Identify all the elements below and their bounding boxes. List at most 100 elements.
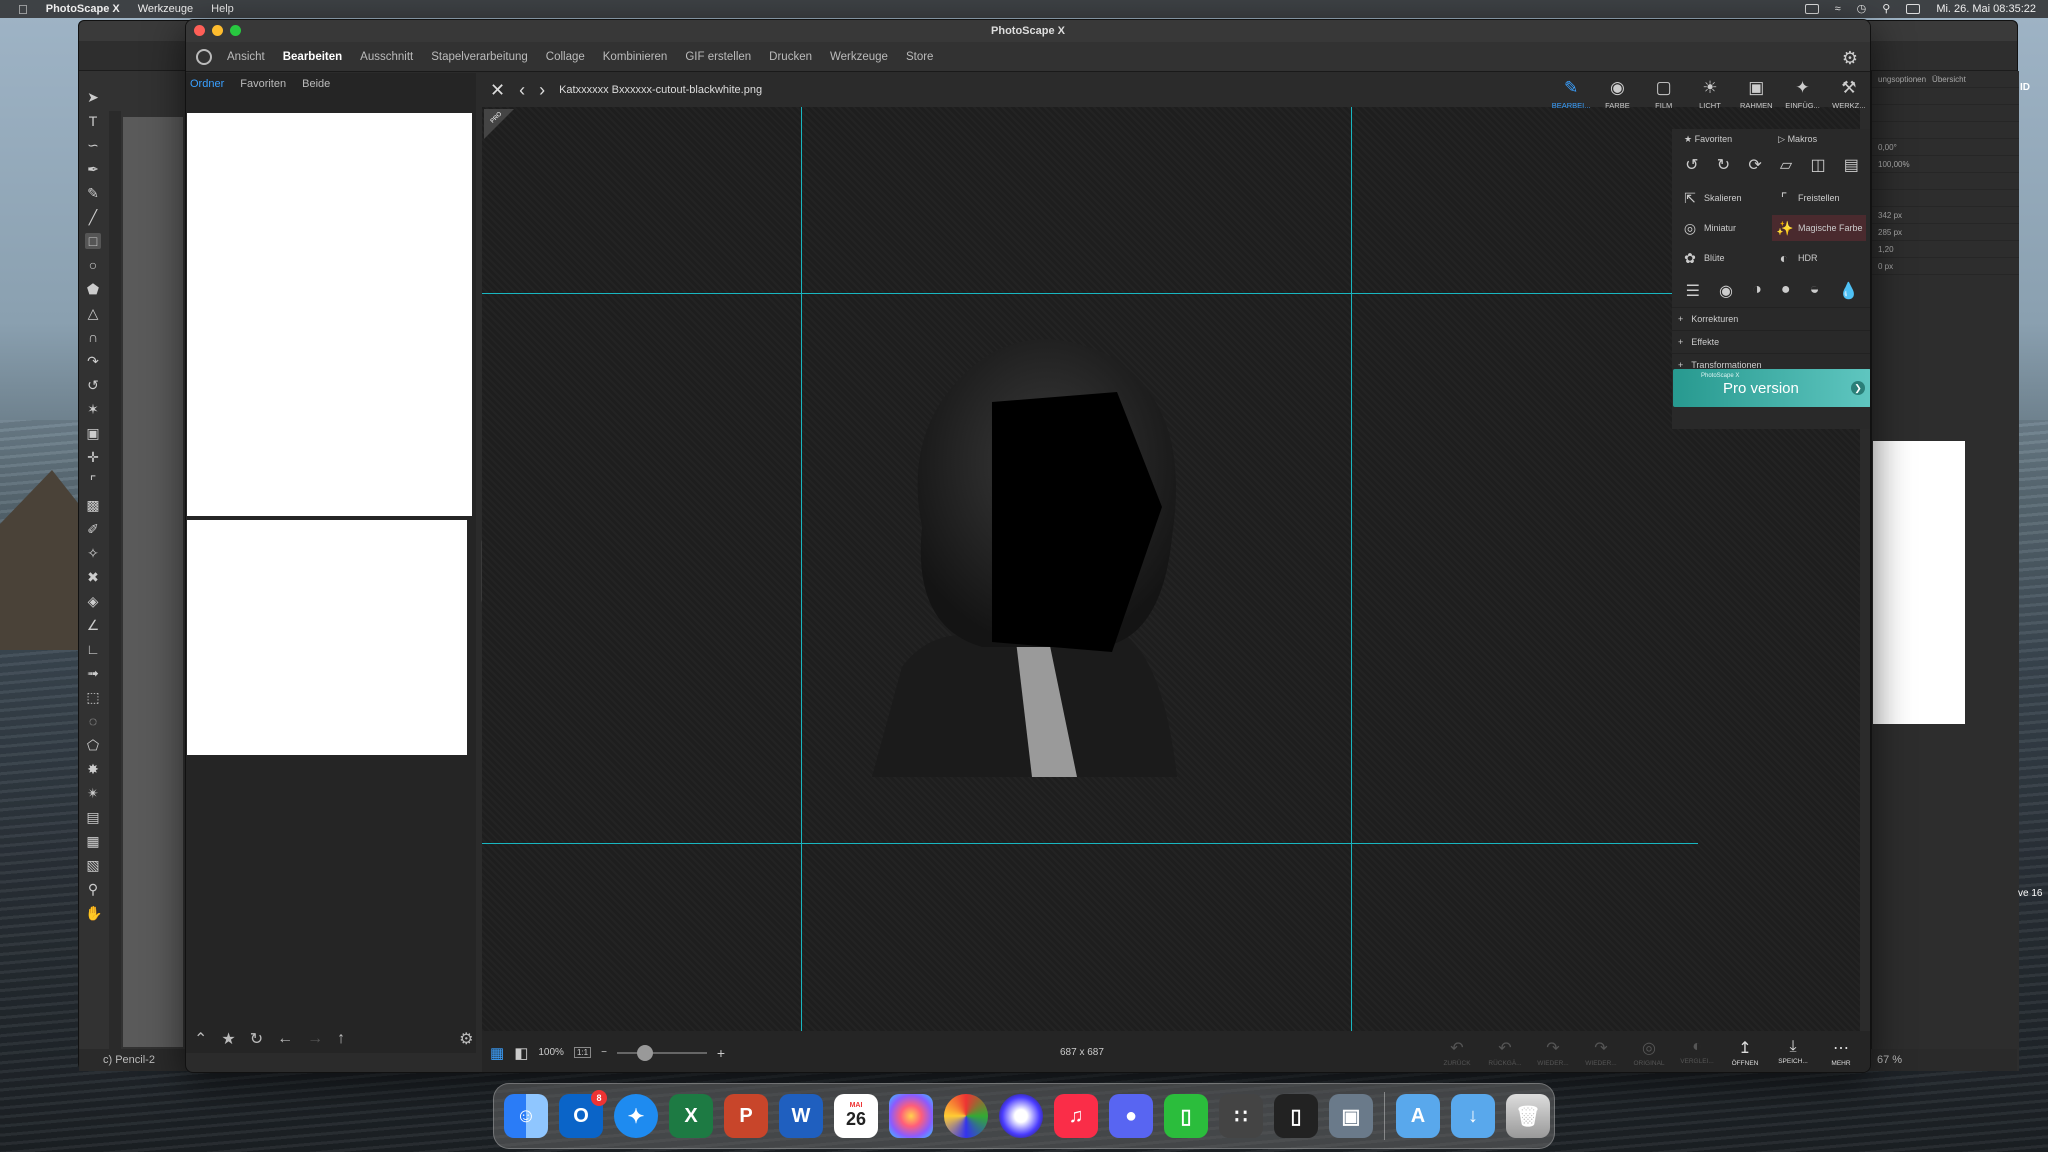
preview-icon[interactable]: ▣ — [1329, 1094, 1373, 1138]
guide-line-v1[interactable] — [801, 107, 802, 1031]
brightness-icon[interactable]: ● — [1781, 281, 1791, 301]
control-center-icon[interactable] — [1906, 3, 1921, 14]
battery-icon[interactable] — [1804, 3, 1819, 14]
search-icon[interactable]: ⚲ — [1882, 2, 1890, 15]
pixelmator-icon[interactable] — [999, 1094, 1043, 1138]
rotate-right-icon[interactable]: ↻ — [1717, 155, 1730, 175]
bluete-button[interactable]: ✿ Blüte — [1678, 245, 1772, 271]
fill-tool-icon[interactable]: ◈ — [85, 593, 101, 609]
oeffnen-button[interactable]: ↥ ÖFFNEN — [1726, 1038, 1764, 1067]
miniatur-button[interactable]: ◎ Miniatur — [1678, 215, 1772, 241]
percent-field[interactable]: 100,00% — [1878, 160, 1910, 169]
music-icon[interactable]: ♫ — [1054, 1094, 1098, 1138]
vignette-icon[interactable]: ◑ — [1752, 281, 1762, 301]
rect-select-tool-icon[interactable]: ⬚ — [85, 689, 101, 705]
zoom-slider-knob[interactable] — [636, 1044, 653, 1061]
flip-vertical-icon[interactable]: ▤ — [1844, 155, 1859, 175]
panel-tab-overview[interactable]: Übersicht — [1932, 75, 1966, 84]
tab-gif-erstellen[interactable]: GIF erstellen — [676, 51, 760, 63]
vergleichen-button[interactable]: ◐ VERGLEI... — [1678, 1038, 1716, 1067]
photos-icon[interactable] — [889, 1094, 933, 1138]
minimize-window-icon[interactable] — [212, 25, 223, 36]
sharpen-drop-icon[interactable]: 💧 — [1839, 281, 1859, 301]
spiral-tool-icon[interactable]: ↺ — [85, 377, 101, 393]
launchpad-icon[interactable]: ∷ — [1219, 1094, 1263, 1138]
perspective-icon[interactable]: ▱ — [1780, 155, 1792, 175]
ratio-field[interactable]: 1,20 — [1878, 245, 1894, 254]
hook-tool-icon[interactable]: ↷ — [85, 353, 101, 369]
mode-bearbeiten[interactable]: ✎ BEARBEI... — [1549, 79, 1593, 111]
magic-wand-tool-icon[interactable]: ✴ — [85, 785, 101, 801]
zoom-slider[interactable] — [616, 1044, 707, 1061]
remote-icon[interactable]: ▯ — [1274, 1094, 1318, 1138]
menu-app-name[interactable]: PhotoScape X — [46, 3, 120, 15]
word-icon[interactable]: W — [779, 1094, 823, 1138]
levels-icon[interactable]: ☰ — [1686, 281, 1700, 301]
original-button[interactable]: ◎ ORIGINAL — [1630, 1038, 1668, 1067]
favorite-star-icon[interactable]: ★ — [221, 1029, 235, 1049]
height-field[interactable]: 285 px — [1878, 228, 1902, 237]
speichern-button[interactable]: ⤓ SPEICH... — [1774, 1038, 1812, 1067]
tab-store[interactable]: Store — [897, 51, 943, 63]
transform-tool-icon[interactable]: ▣ — [85, 425, 101, 441]
width-field[interactable]: 342 px — [1878, 211, 1902, 220]
apple-icon[interactable]:  — [18, 2, 28, 17]
tab-ausschnitt[interactable]: Ausschnitt — [351, 51, 422, 63]
tab-beide[interactable]: Beide — [302, 78, 330, 90]
select-sub-tool-icon[interactable]: ▧ — [85, 857, 101, 873]
trash-icon[interactable]: 🗑 — [1506, 1094, 1550, 1138]
exposure-icon[interactable]: ◉ — [1719, 281, 1733, 301]
text-tool-icon[interactable]: T — [85, 113, 101, 129]
magische-farbe-button[interactable]: ✨ Magische Farbe — [1772, 215, 1866, 241]
back-arrow-icon[interactable]: ← — [277, 1030, 293, 1048]
favoriten-button[interactable]: ★ Favoriten — [1684, 134, 1732, 145]
path-tool-icon[interactable]: △ — [85, 305, 101, 321]
previous-image-icon[interactable]: ‹ — [519, 80, 525, 101]
thumbnail-2[interactable] — [187, 520, 467, 755]
tab-favoriten[interactable]: Favoriten — [240, 78, 286, 90]
flip-horizontal-icon[interactable]: ◫ — [1810, 155, 1825, 175]
zoom-tool-icon[interactable]: ⚲ — [85, 881, 101, 897]
spray-tool-icon[interactable]: ✶ — [85, 401, 101, 417]
excel-icon[interactable]: X — [669, 1094, 713, 1138]
mode-licht[interactable]: ☀ LICHT — [1688, 79, 1732, 111]
wiederholen-button[interactable]: ↷ WIEDER... — [1534, 1038, 1572, 1067]
facetime-icon[interactable]: ▯ — [1164, 1094, 1208, 1138]
wiederherstellen-button[interactable]: ↷ WIEDER... — [1582, 1038, 1620, 1067]
outlook-icon[interactable]: O8 — [559, 1090, 607, 1138]
move-tool-icon[interactable]: ➤ — [85, 89, 101, 105]
zoom-value[interactable]: 100% — [538, 1047, 564, 1058]
close-image-icon[interactable]: ✕ — [490, 80, 505, 101]
tab-ordner[interactable]: Ordner — [190, 78, 224, 90]
gradient-tool-icon[interactable]: ▩ — [85, 497, 101, 513]
menu-item-werkzeuge[interactable]: Werkzeuge — [138, 3, 193, 15]
split-view-icon[interactable]: ◧ — [514, 1044, 528, 1062]
tab-kombinieren[interactable]: Kombinieren — [594, 51, 677, 63]
skalieren-button[interactable]: ⇱ Skalieren — [1678, 185, 1772, 211]
eyedropper-tool-icon[interactable]: ✐ — [85, 521, 101, 537]
angle-tool-icon[interactable]: ∠ — [85, 617, 101, 633]
image-canvas[interactable]: PRO — [482, 107, 1860, 1031]
grid-icon[interactable]: ▦ — [490, 1044, 504, 1062]
clock-icon[interactable]: ◷ — [1857, 2, 1867, 15]
powerpoint-icon[interactable]: P — [724, 1094, 768, 1138]
angle-field[interactable]: 0,00° — [1878, 143, 1897, 152]
hand-tool-icon[interactable]: ✋ — [85, 905, 102, 921]
up-arrow-icon[interactable]: ↑ — [337, 1030, 345, 1048]
freistellen-button[interactable]: ⌜ Freistellen — [1772, 185, 1866, 211]
safari-icon[interactable]: ✦ — [614, 1094, 658, 1138]
browser-settings-gear-icon[interactable]: ⚙ — [459, 1029, 473, 1049]
line-tool-icon[interactable]: ╱ — [85, 209, 101, 225]
select-edit-tool-icon[interactable]: ▤ — [85, 809, 101, 825]
photoscape-icon[interactable] — [944, 1094, 988, 1138]
mehr-button[interactable]: ⋯ MEHR — [1822, 1038, 1860, 1067]
brush-tool-icon[interactable]: ✎ — [85, 185, 101, 201]
pin-tool-icon[interactable]: ➟ — [85, 665, 101, 681]
wifi-icon[interactable]: ≈ — [1835, 3, 1841, 15]
tab-ansicht[interactable]: Ansicht — [218, 51, 274, 63]
settings-gear-icon[interactable]: ⚙ — [1842, 48, 1858, 69]
actual-size-button[interactable]: 1:1 — [573, 1047, 592, 1058]
mode-werkzeuge[interactable]: ⚒ WERKZ... — [1827, 79, 1870, 111]
poly-select-tool-icon[interactable]: ⬠ — [85, 737, 101, 753]
menu-item-help[interactable]: Help — [211, 3, 234, 15]
